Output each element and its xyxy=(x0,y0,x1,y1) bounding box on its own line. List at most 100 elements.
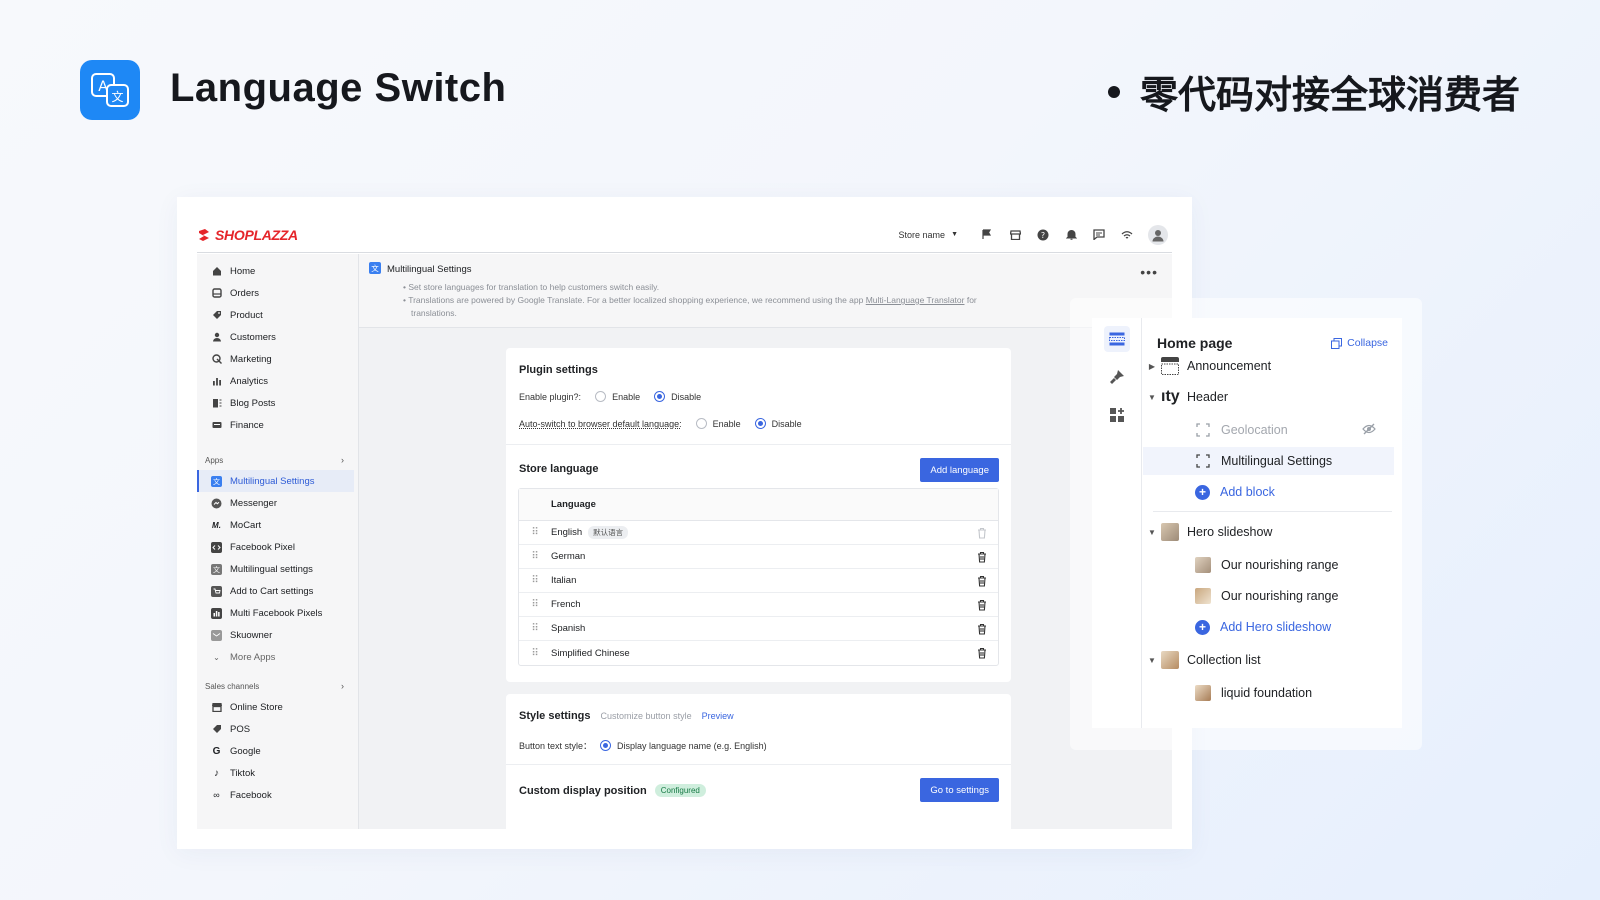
block-frame-icon xyxy=(1195,453,1211,469)
sidebar-item-analytics[interactable]: Analytics xyxy=(197,370,358,392)
enable-plugin-radio-enable[interactable] xyxy=(595,391,607,402)
block-multilingual-settings[interactable]: Multilingual Settings xyxy=(1143,447,1394,475)
table-row[interactable]: ⠿ French xyxy=(519,593,998,617)
block-geolocation[interactable]: Geolocation xyxy=(1143,416,1394,444)
trash-icon[interactable] xyxy=(976,647,988,659)
preview-link[interactable]: Preview xyxy=(702,711,734,721)
collapse-button[interactable]: Collapse xyxy=(1331,337,1388,349)
brush-icon[interactable] xyxy=(1104,364,1130,390)
enable-plugin-radio-disable[interactable] xyxy=(654,391,666,402)
page-title: 文 Multilingual Settings xyxy=(369,262,1162,277)
section-header[interactable]: ▼ ıty Header xyxy=(1143,383,1394,411)
hero-tagline-text: 零代码对接全球消费者 xyxy=(1139,73,1520,117)
admin-sidebar: Home Orders Product Customers Marketing … xyxy=(197,254,359,829)
sidebar-item-add-to-cart-settings[interactable]: Add to Cart settings xyxy=(197,580,358,602)
slide-item[interactable]: Our nourishing range xyxy=(1143,551,1394,579)
caret-down-icon[interactable]: ▼ xyxy=(1143,393,1161,402)
drag-handle-icon[interactable]: ⠿ xyxy=(519,575,551,586)
pixels-icon xyxy=(211,607,222,619)
sidebar-item-marketing[interactable]: Marketing xyxy=(197,348,358,370)
svg-text:文: 文 xyxy=(111,89,123,104)
section-label: Apps xyxy=(205,455,224,465)
table-row[interactable]: ⠿ German xyxy=(519,545,998,569)
sidebar-item-pos[interactable]: POS xyxy=(197,718,358,740)
caret-down-icon[interactable]: ▼ xyxy=(1143,656,1161,665)
sidebar-item-multi-facebook-pixels[interactable]: Multi Facebook Pixels xyxy=(197,602,358,624)
sidebar-item-facebook-pixel[interactable]: Facebook Pixel xyxy=(197,536,358,558)
help-icon[interactable]: ? xyxy=(1036,228,1050,242)
add-language-button[interactable]: Add language xyxy=(920,458,999,482)
sidebar-item-orders[interactable]: Orders xyxy=(197,282,358,304)
trash-icon[interactable] xyxy=(976,551,988,563)
auto-switch-radio-disable[interactable] xyxy=(754,418,766,429)
trash-icon[interactable] xyxy=(976,575,988,587)
page-note-text: translations. xyxy=(411,308,457,318)
display-language-name-radio[interactable] xyxy=(600,740,612,751)
sidebar-item-online-store[interactable]: Online Store xyxy=(197,696,358,718)
sidebar-item-mocart[interactable]: M. MoCart xyxy=(197,514,358,536)
person-icon xyxy=(211,332,222,343)
section-hero-slideshow[interactable]: ▼ Hero slideshow xyxy=(1143,518,1394,546)
table-row[interactable]: ⠿ English 默认语言 xyxy=(519,521,998,545)
section-announcement[interactable]: ▶ Announcement xyxy=(1143,352,1394,380)
drag-handle-icon[interactable]: ⠿ xyxy=(519,551,551,562)
auto-switch-radio-enable[interactable] xyxy=(695,418,707,429)
sidebar-item-facebook[interactable]: ∞ Facebook xyxy=(197,784,358,806)
sidebar-item-messenger[interactable]: Messenger xyxy=(197,492,358,514)
wifi-icon[interactable] xyxy=(1120,228,1134,242)
flag-icon[interactable] xyxy=(980,228,994,242)
drag-handle-icon[interactable]: ⠿ xyxy=(519,527,551,538)
collection-thumbnail xyxy=(1161,651,1179,669)
sidebar-item-finance[interactable]: Finance xyxy=(197,414,358,436)
sidebar-item-multilingual-settings-2[interactable]: 文 Multilingual settings xyxy=(197,558,358,580)
sidebar-item-tiktok[interactable]: ♪ Tiktok xyxy=(197,762,358,784)
shoplazza-logo[interactable]: SHOPLAZZA xyxy=(197,227,298,243)
custom-position-title: Custom display position xyxy=(519,784,647,797)
section-label: Header xyxy=(1187,390,1228,404)
drag-handle-icon[interactable]: ⠿ xyxy=(519,623,551,634)
message-icon[interactable] xyxy=(1092,228,1106,242)
drag-handle-icon[interactable]: ⠿ xyxy=(519,648,551,659)
table-row[interactable]: ⠿ Italian xyxy=(519,569,998,593)
sections-icon[interactable] xyxy=(1104,326,1130,352)
store-switcher[interactable]: Store name ▼ xyxy=(899,230,958,240)
sidebar-item-google[interactable]: G Google xyxy=(197,740,358,762)
sidebar-item-skuowner[interactable]: Skuowner xyxy=(197,624,358,646)
eye-off-icon[interactable] xyxy=(1362,423,1376,438)
divider xyxy=(506,444,1011,445)
trash-icon[interactable] xyxy=(976,623,988,635)
radio-label: Display language name (e.g. English) xyxy=(617,740,767,751)
page-note-text: for xyxy=(964,295,977,305)
sidebar-item-home[interactable]: Home xyxy=(197,260,358,282)
sidebar-item-blog-posts[interactable]: Blog Posts xyxy=(197,392,358,414)
table-row[interactable]: ⠿ Spanish xyxy=(519,617,998,641)
trash-icon[interactable] xyxy=(976,599,988,611)
sidebar-item-product[interactable]: Product xyxy=(197,304,358,326)
sidebar-section-sales-channels[interactable]: Sales channels › xyxy=(197,676,358,696)
sidebar-item-label: Multilingual Settings xyxy=(230,475,315,487)
bell-icon[interactable] xyxy=(1064,228,1078,242)
sidebar-item-customers[interactable]: Customers xyxy=(197,326,358,348)
hero-tagline: 零代码对接全球消费者 xyxy=(1107,64,1520,119)
go-to-settings-button[interactable]: Go to settings xyxy=(920,778,999,802)
translator-app-link[interactable]: Multi-Language Translator xyxy=(866,295,965,305)
hero-title: Language Switch xyxy=(170,66,507,110)
add-block-button[interactable]: + Add block xyxy=(1143,478,1394,506)
slide-item[interactable]: Our nourishing range xyxy=(1143,582,1394,610)
sidebar-item-label: Online Store xyxy=(230,701,283,713)
collection-item[interactable]: liquid foundation xyxy=(1143,679,1394,707)
more-options-button[interactable]: ••• xyxy=(1140,264,1158,280)
sidebar-item-more-apps[interactable]: ⌄ More Apps xyxy=(197,646,358,668)
drag-handle-icon[interactable]: ⠿ xyxy=(519,599,551,610)
table-row[interactable]: ⠿ Simplified Chinese xyxy=(519,641,998,665)
caret-down-icon[interactable]: ▼ xyxy=(1143,528,1161,537)
add-hero-slideshow-button[interactable]: + Add Hero slideshow xyxy=(1143,613,1394,641)
section-collection-list[interactable]: ▼ Collection list xyxy=(1143,646,1394,674)
sidebar-item-multilingual-settings[interactable]: 文 Multilingual Settings xyxy=(197,470,354,492)
store-icon[interactable] xyxy=(1008,228,1022,242)
apps-icon[interactable] xyxy=(1104,402,1130,428)
user-avatar-icon[interactable] xyxy=(1148,224,1168,245)
add-hero-label: Add Hero slideshow xyxy=(1220,620,1332,634)
sidebar-section-apps[interactable]: Apps › xyxy=(197,450,358,470)
caret-right-icon[interactable]: ▶ xyxy=(1143,362,1161,371)
